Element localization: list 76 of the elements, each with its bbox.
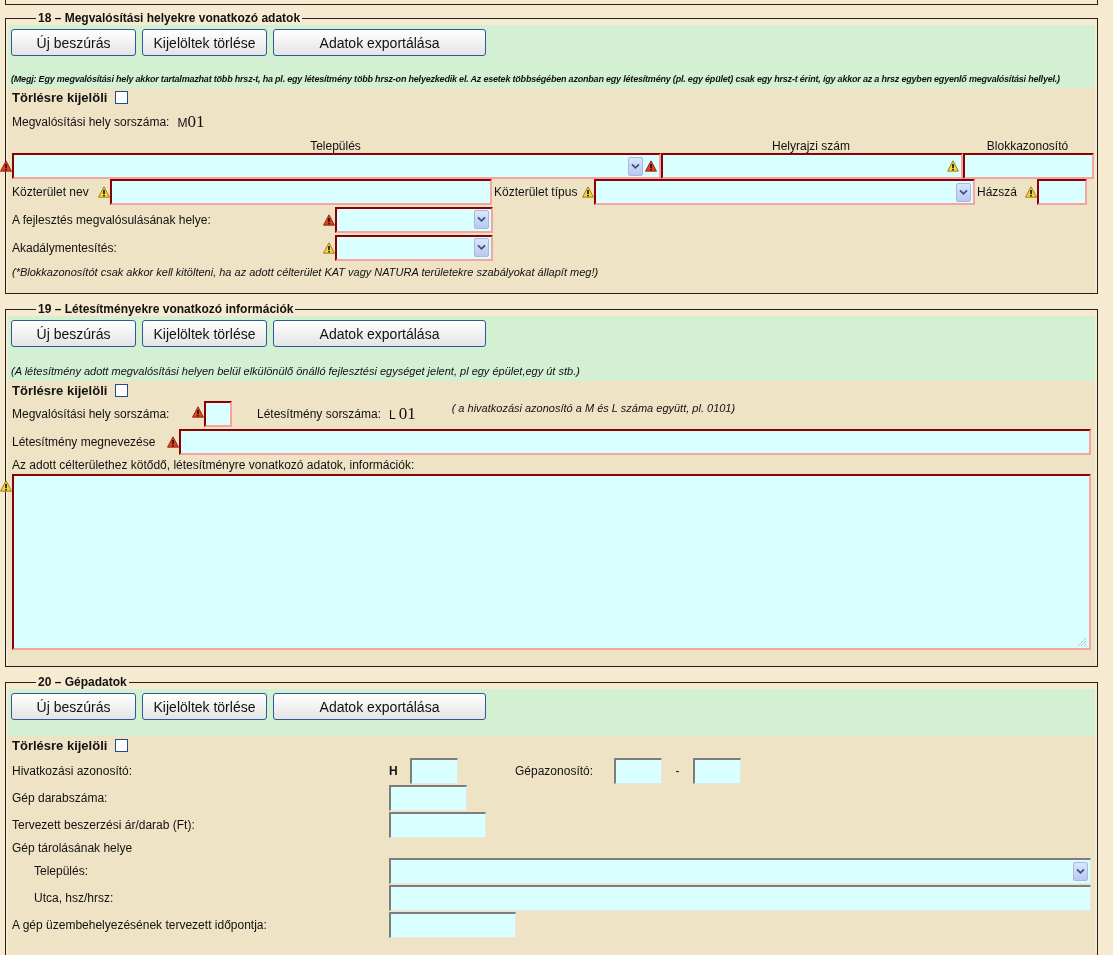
column-heading: Helyrajzi szám <box>771 139 851 153</box>
dropdown-field[interactable] <box>12 153 661 179</box>
dropdown-button[interactable] <box>1073 861 1088 881</box>
input-field[interactable] <box>963 153 1094 179</box>
chevron-down-icon <box>477 244 486 251</box>
field-label: Létesítmény megnevezése <box>12 435 157 449</box>
group-heading: Gép tárolásának helye <box>12 840 133 855</box>
field-label: Gépazonosító: <box>515 763 595 778</box>
note-text: (Megj: Egy megvalósítási hely akkor tartalmazhat több hrsz-t, ha pl. egy létesítmény több hrsz-on helyezkedik el. Az esetek többségében azonban egy létesítmény (pl. egy épület) csak egy hrsz-t érint, így akkor az a hrsz egyben egyenlő megvalósítási hellyel.) <box>11 73 1061 85</box>
toolbar-button[interactable]: Új beszúrás <box>11 693 136 720</box>
dropdown-button[interactable] <box>474 210 489 229</box>
input-field[interactable] <box>204 401 232 427</box>
checkbox[interactable] <box>115 738 129 752</box>
id-prefix: H <box>389 763 399 778</box>
input-field[interactable] <box>389 811 486 838</box>
toolbar-button[interactable]: Adatok exportálása <box>273 29 486 56</box>
dropdown-button[interactable] <box>956 182 971 202</box>
input-field[interactable] <box>179 429 1091 455</box>
delete-mark-label: Törlésre kijelöli <box>12 737 108 753</box>
field-label: A gép üzembehelyezésének tervezett időpontja: <box>12 917 268 932</box>
input-field[interactable] <box>389 884 1091 911</box>
checkbox[interactable] <box>115 90 129 104</box>
hint-text: ( a hivatkozási azonosító a M és L száma együtt, pl. 0101) <box>451 402 736 414</box>
field-label: Hivatkozási azonosító: <box>12 763 134 778</box>
toolbar-button[interactable]: Új beszúrás <box>11 29 136 56</box>
input-field[interactable] <box>693 757 741 784</box>
delete-mark-label: Törlésre kijelöli <box>12 89 108 105</box>
toolbar-button[interactable]: Adatok exportálása <box>273 320 486 347</box>
chevron-down-icon <box>1076 867 1085 875</box>
note-text: (A létesítmény adott megvalósítási helyen belül elkülönülő önálló fejlesztési egységet jelent, pl egy épület,egy út stb.) <box>11 365 581 378</box>
column-heading: Település <box>309 139 362 153</box>
footnote-text: (*Blokkazonosítót csak akkor kell kitölteni, ha az adott célterület KAT vagy NATURA területekre szabályokat állapít meg!) <box>12 265 600 279</box>
toolbar-button[interactable]: Új beszúrás <box>11 320 136 347</box>
section-title: 18 – Megvalósítási helyekre vonatkozó adatok <box>36 11 303 25</box>
separator-text: - <box>674 763 681 778</box>
toolbar-button[interactable]: Kijelöltek törlése <box>142 320 267 347</box>
serial-value: L 01 <box>389 404 416 424</box>
input-field[interactable] <box>389 784 467 811</box>
dropdown-field[interactable] <box>594 179 975 205</box>
chevron-down-icon <box>631 162 640 170</box>
dropdown-button[interactable] <box>628 156 643 176</box>
input-field[interactable] <box>110 179 492 205</box>
dropdown-button[interactable] <box>474 238 489 257</box>
field-label: Az adott célterülethez kötődő, létesítményre vonatkozó adatok, információk: <box>12 458 415 472</box>
toolbar-button[interactable]: Adatok exportálása <box>273 693 486 720</box>
field-label: Gép darabszáma: <box>12 790 109 805</box>
field-label: Megvalósítási hely sorszáma: <box>12 407 171 421</box>
section-title: 19 – Létesítményekre vonatkozó információk <box>36 302 296 316</box>
dropdown-field[interactable] <box>389 857 1091 884</box>
field-label: Házszá <box>977 185 1018 199</box>
field-label: Közterület nev <box>12 185 90 199</box>
serial-label: Megvalósítási hely sorszáma: <box>12 114 170 129</box>
field-label: A fejlesztés megvalósulásának helye: <box>12 212 212 227</box>
input-field[interactable] <box>1037 179 1087 205</box>
input-field[interactable] <box>389 911 516 938</box>
field-label: Utca, hsz/hrsz: <box>33 890 115 905</box>
input-field[interactable] <box>661 153 963 179</box>
field-label: Közterület típus <box>494 185 579 199</box>
input-field[interactable] <box>614 757 662 784</box>
input-field[interactable] <box>410 757 458 784</box>
resize-grip-icon[interactable] <box>1077 637 1087 647</box>
dropdown-field[interactable] <box>335 206 493 233</box>
field-label: Tervezett beszerzési ár/darab (Ft): <box>12 817 196 832</box>
dropdown-field[interactable] <box>335 234 493 261</box>
toolbar-button[interactable]: Kijelöltek törlése <box>142 693 267 720</box>
chevron-down-icon <box>959 188 968 196</box>
field-label: Létesítmény sorszáma: <box>257 407 382 421</box>
checkbox[interactable] <box>115 383 129 397</box>
section-title: 20 – Gépadatok <box>36 675 129 689</box>
toolbar-button[interactable]: Kijelöltek törlése <box>142 29 267 56</box>
field-label: Település: <box>33 863 90 878</box>
field-label: Akadálymentesítés: <box>12 240 118 255</box>
column-heading: Blokkazonosító <box>985 139 1070 153</box>
delete-mark-label: Törlésre kijelöli <box>12 382 108 398</box>
serial-value: M01 <box>177 111 205 132</box>
chevron-down-icon <box>477 216 486 223</box>
